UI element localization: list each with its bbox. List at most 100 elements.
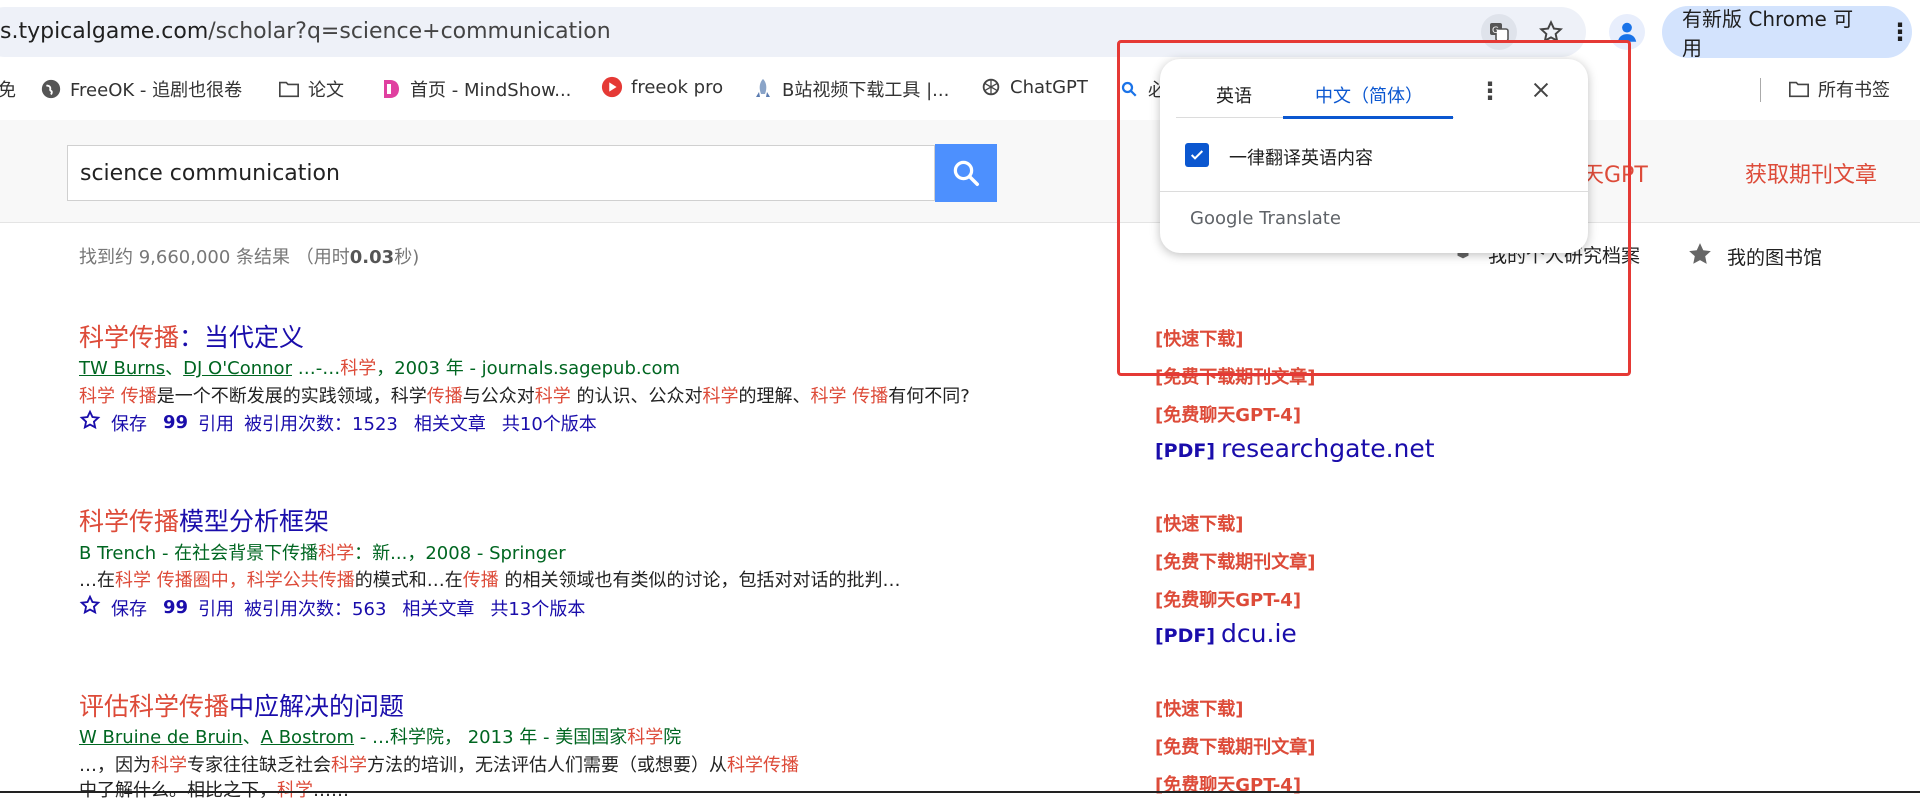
- bookmark-item[interactable]: 免: [0, 76, 16, 102]
- result-stats: 找到约 9,660,000 条结果 （用时0.03秒): [79, 243, 419, 269]
- free-journal-download-link[interactable]: [免费下载期刊文章]: [1155, 733, 1315, 759]
- snippet-text: 与公众对: [462, 386, 535, 407]
- versions-link[interactable]: 共10个版本: [502, 410, 597, 436]
- result-title-link[interactable]: 评估科学传播中应解决的问题: [79, 687, 404, 723]
- all-bookmarks-button[interactable]: 所有书签: [1788, 76, 1890, 102]
- meta-text: ，2003 年 - journals.sagepub.com: [376, 358, 681, 379]
- title-text: ：当代定义: [179, 323, 305, 352]
- result-snippet: …在科学 传播圈中，科学公共传播的模式和…在传播 的相关领域也有类似的讨论，包括…: [79, 566, 900, 592]
- pdf-link[interactable]: [PDF] researchgate.net: [1155, 434, 1435, 463]
- free-journal-download-link[interactable]: [免费下载期刊文章]: [1155, 548, 1315, 574]
- cite-link[interactable]: 引用: [198, 595, 234, 621]
- bookmark-label: B站视频下载工具 |...: [782, 80, 950, 101]
- snippet-highlight: 科学: [151, 755, 187, 776]
- bookmark-label: 首页 - MindShow...: [410, 80, 572, 101]
- star-outline-icon[interactable]: [79, 409, 101, 436]
- annotation-highlight-box: [1117, 40, 1631, 376]
- get-journal-articles-link[interactable]: 获取期刊文章: [1745, 157, 1877, 189]
- snippet-text: 的理解、: [738, 386, 811, 407]
- result-snippet: …，因为科学专家往往缺乏社会科学方法的培训，无法评估人们需要（或想要）从科学传播: [79, 751, 799, 777]
- snippet-text: 是一个不断发展的实践领域，科学: [156, 386, 427, 407]
- bookmark-freeok-pro[interactable]: freeok pro: [601, 76, 723, 98]
- bookmark-mindshow[interactable]: 首页 - MindShow...: [380, 76, 571, 102]
- bookmark-label: 免: [0, 80, 16, 101]
- update-label: 有新版 Chrome 可用: [1682, 7, 1854, 60]
- all-bookmarks-label: 所有书签: [1818, 80, 1890, 101]
- cite-link[interactable]: 引用: [198, 410, 234, 436]
- meta-text: ：新...，2008 - Springer: [354, 543, 566, 564]
- snippet-highlight: 科学 传播圈中，科学公共传播: [115, 570, 355, 591]
- search-button[interactable]: [935, 144, 997, 202]
- stats-prefix: 找到约 9,660,000 条结果 （用时: [79, 247, 350, 268]
- star-filled-icon: [1687, 241, 1713, 272]
- url-text[interactable]: s.typicalgame.com/scholar?q=science+comm…: [0, 19, 611, 44]
- versions-link[interactable]: 共13个版本: [490, 595, 585, 621]
- snippet-text: …，因为: [79, 755, 151, 776]
- author-text: B Trench: [79, 543, 157, 564]
- snippet-text: 专家往往缺乏社会: [187, 755, 331, 776]
- my-library-link[interactable]: 我的图书馆: [1687, 241, 1822, 272]
- result-actions: 保存 99 引用 被引用次数：1523 相关文章 共10个版本: [79, 409, 613, 436]
- bookmark-bilibili-tool[interactable]: B站视频下载工具 |...: [752, 76, 949, 102]
- result-meta: TW Burns、DJ O'Connor …-…科学，2003 年 - jour…: [79, 354, 680, 380]
- cited-by-link[interactable]: 被引用次数：1523: [244, 410, 398, 436]
- snippet-highlight: 科学 传播: [79, 386, 157, 407]
- author-sep: 、: [165, 358, 184, 379]
- search-query-text[interactable]: science communication: [80, 161, 340, 186]
- openai-logo-icon: [980, 76, 1002, 98]
- meta-text: - …科学院， 2013 年 - 美国国家: [354, 727, 628, 748]
- bookmark-freeok[interactable]: FreeOK - 追剧也很卷: [40, 76, 242, 102]
- title-highlight: 科学传播: [79, 323, 180, 352]
- snippet-highlight: 传播: [426, 386, 463, 407]
- chrome-update-button[interactable]: 有新版 Chrome 可用 ⋮: [1662, 6, 1912, 60]
- related-articles-link[interactable]: 相关文章: [414, 410, 486, 436]
- author-link[interactable]: DJ O'Connor: [183, 358, 292, 379]
- more-vert-icon[interactable]: ⋮: [1888, 18, 1912, 46]
- url-path: /scholar?q=science+communication: [208, 19, 611, 44]
- title-prefix: 评估: [79, 692, 130, 721]
- bookmarks-bar: 免 FreeOK - 追剧也很卷 论文 首页 - MindShow... fre…: [0, 68, 1920, 110]
- quote-icon[interactable]: 99: [163, 412, 188, 433]
- snippet-highlight: 科学: [534, 386, 571, 407]
- save-link[interactable]: 保存: [111, 410, 147, 436]
- bookmark-chatgpt[interactable]: ChatGPT: [980, 76, 1088, 98]
- save-link[interactable]: 保存: [111, 595, 147, 621]
- pdf-tag: [PDF]: [1155, 625, 1216, 647]
- stats-suffix: 秒): [394, 247, 420, 268]
- fast-download-link[interactable]: [快速下载]: [1155, 510, 1243, 536]
- free-chatgpt4-link[interactable]: [免费聊天GPT-4]: [1155, 771, 1301, 797]
- result-snippet: 科学 传播是一个不断发展的实践领域，科学传播与公众对科学 的认识、公众对科学的理…: [79, 382, 970, 408]
- free-chatgpt4-link[interactable]: [免费聊天GPT-4]: [1155, 586, 1301, 612]
- pdf-link[interactable]: [PDF] dcu.ie: [1155, 619, 1297, 648]
- title-highlight: 科学传播: [129, 692, 230, 721]
- fast-download-link[interactable]: [快速下载]: [1155, 695, 1243, 721]
- folder-icon: [278, 78, 300, 100]
- snippet-highlight: 科学: [331, 755, 367, 776]
- snippet-highlight: 传播: [462, 570, 499, 591]
- my-library-label: 我的图书馆: [1727, 247, 1823, 269]
- cited-by-link[interactable]: 被引用次数：563: [244, 595, 386, 621]
- snippet-highlight: 科学: [702, 386, 739, 407]
- bookmark-folder-papers[interactable]: 论文: [278, 76, 344, 102]
- author-link[interactable]: TW Burns: [79, 358, 165, 379]
- snippet-highlight: 科学 传播: [810, 386, 889, 407]
- bookmark-label: FreeOK - 追剧也很卷: [70, 80, 243, 101]
- related-articles-link[interactable]: 相关文章: [402, 595, 474, 621]
- title-highlight: 科学传播: [79, 507, 180, 536]
- star-outline-icon[interactable]: [79, 594, 101, 621]
- bookmark-label: 论文: [308, 80, 344, 101]
- bookmark-label: freeok pro: [631, 76, 724, 98]
- author-link[interactable]: W Bruine de Bruin: [79, 727, 243, 748]
- quote-icon[interactable]: 99: [163, 597, 188, 618]
- url-host: s.typicalgame.com: [0, 19, 209, 44]
- free-chatgpt4-link[interactable]: [免费聊天GPT-4]: [1155, 401, 1301, 427]
- svg-text:G: G: [1492, 26, 1499, 36]
- result-title-link[interactable]: 科学传播：当代定义: [79, 318, 304, 354]
- bookmark-label: ChatGPT: [1010, 76, 1088, 98]
- snippet-text: 有何不同?: [888, 386, 970, 407]
- result-meta: W Bruine de Bruin、A Bostrom - …科学院， 2013…: [79, 723, 681, 749]
- meta-highlight: 科学: [318, 543, 355, 564]
- result-title-link[interactable]: 科学传播模型分析框架: [79, 502, 329, 538]
- author-link[interactable]: A Bostrom: [261, 727, 354, 748]
- meta-text: …-…: [291, 358, 341, 379]
